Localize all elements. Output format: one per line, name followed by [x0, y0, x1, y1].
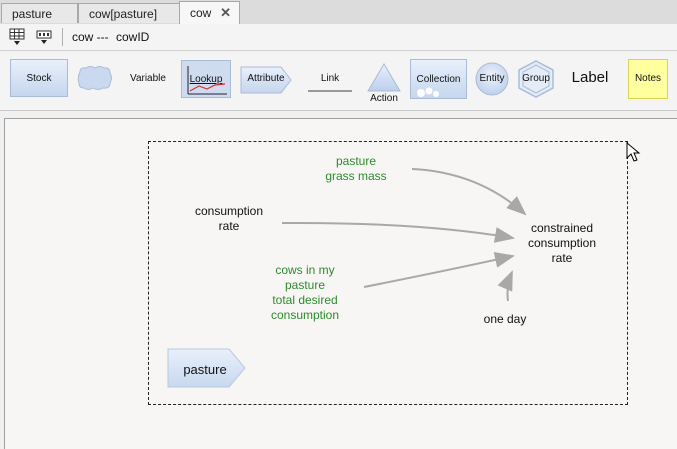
variable-label: one day	[483, 312, 527, 326]
variable-label-line: consumption	[270, 308, 340, 322]
variable-label-line: consumption	[527, 236, 597, 250]
link-oneday-to-rate	[497, 270, 513, 302]
pasture-grass-mass-variable[interactable]: pasture grass mass	[306, 154, 406, 184]
variable-label-line: consumption	[194, 204, 264, 218]
consumption-rate-variable[interactable]: consumption rate	[178, 204, 280, 234]
link-cows-to-rate	[363, 252, 515, 288]
mouse-cursor-icon	[626, 142, 641, 162]
one-day-variable[interactable]: one day	[470, 312, 540, 327]
variable-label-line: constrained	[530, 221, 594, 235]
cows-in-pasture-variable[interactable]: cows in my pasture total desired consump…	[255, 263, 355, 323]
link-grass-to-rate	[411, 168, 527, 216]
variable-label-line: rate	[218, 219, 240, 233]
variable-label-line: total desired	[272, 293, 338, 307]
link-consumption-to-rate	[281, 221, 515, 243]
variable-label-line: grass mass	[325, 169, 387, 183]
constrained-consumption-rate-variable[interactable]: constrained consumption rate	[512, 221, 612, 266]
variable-label-line: pasture	[284, 278, 326, 292]
pasture-attribute-label: pasture	[183, 362, 227, 377]
variable-label-line: rate	[551, 251, 573, 265]
variable-label-line: pasture	[335, 154, 377, 168]
variable-label-line: cows in my	[275, 263, 335, 277]
